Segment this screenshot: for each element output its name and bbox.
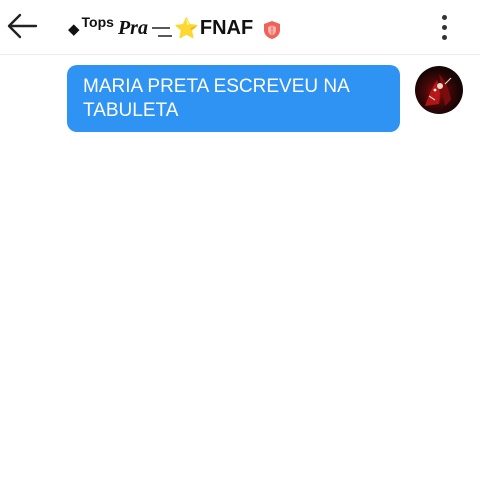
title-diamond: ◆: [68, 21, 80, 38]
avatar-image: [425, 74, 452, 106]
title-tops: Tops: [81, 14, 114, 30]
more-options-button[interactable]: [430, 10, 458, 44]
more-vertical-icon-dot: [441, 24, 447, 30]
chat-header: ◆ Tops Pra ⭐ FNAF: [0, 0, 480, 55]
back-button[interactable]: [4, 8, 40, 44]
message-bubble[interactable]: MARIA PRETA ESCREVEU NA TABULETA: [67, 65, 400, 132]
title-fnaf: FNAF: [199, 16, 254, 39]
title-pra: Pra: [117, 16, 148, 39]
title-lines-decoration: [151, 27, 172, 37]
title-star-icon: ⭐: [173, 17, 199, 40]
more-vertical-icon-dot: [441, 34, 447, 40]
more-vertical-icon: [441, 14, 447, 20]
chat-title[interactable]: ◆ Tops Pra ⭐ FNAF: [68, 12, 281, 44]
avatar[interactable]: [415, 66, 463, 114]
shield-badge-icon: [264, 21, 281, 39]
arrow-left-icon: [7, 13, 38, 39]
